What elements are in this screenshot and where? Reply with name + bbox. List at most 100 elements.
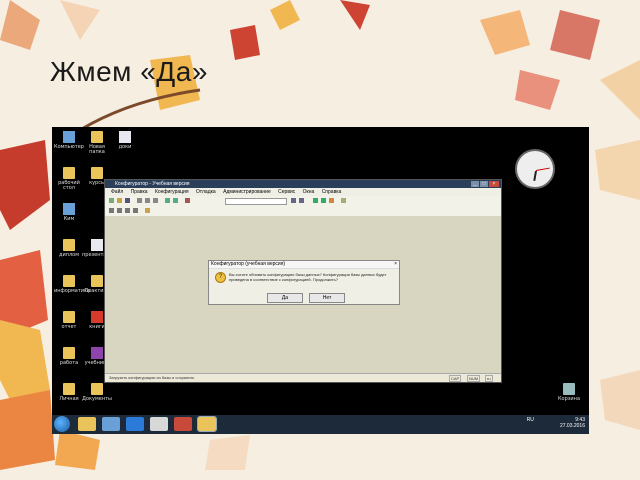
dialog-title: Конфигуратор (учебная версия) <box>209 261 399 269</box>
desktop-icon-label: диплом <box>58 252 79 258</box>
folder-icon <box>91 131 103 143</box>
tray-date[interactable]: 27.03.2016 <box>560 423 585 429</box>
help-icon[interactable] <box>341 198 346 203</box>
cut-icon[interactable] <box>137 198 142 203</box>
open-icon[interactable] <box>117 198 122 203</box>
slide-title: Жмем «Да» <box>50 56 208 87</box>
config-icon[interactable] <box>313 198 318 203</box>
configurator-window[interactable]: Конфигуратор - Учебная версия _ □ × Файл… <box>104 179 502 383</box>
status-cap: CAP <box>449 375 462 382</box>
computer-taskbar-icon[interactable] <box>102 417 120 431</box>
menu-windows[interactable]: Окна <box>303 189 315 195</box>
menu-administration[interactable]: Администрирование <box>223 189 271 195</box>
run-icon[interactable] <box>329 198 334 203</box>
module-icon[interactable] <box>133 208 138 213</box>
explorer-taskbar-icon[interactable] <box>78 417 96 431</box>
desktop-icon-folder[interactable]: информатика <box>54 275 90 294</box>
desktop-icon-label: работа <box>59 360 79 366</box>
maximize-button[interactable]: □ <box>480 181 488 187</box>
menu-file[interactable]: Файл <box>111 189 123 195</box>
desktop-icon-app[interactable]: Ким <box>54 203 84 222</box>
desktop-icon-label: Компьютер <box>54 144 84 150</box>
dialog-message: Вы хотите обновить конфигурацию базы дан… <box>229 272 387 282</box>
desktop-icon-label: Документы <box>82 396 112 402</box>
properties-icon[interactable] <box>125 208 130 213</box>
question-icon: ? <box>215 272 226 283</box>
desktop-icon-label: отчет <box>61 324 77 330</box>
configurator-taskbar-icon[interactable] <box>197 416 217 432</box>
clock-hour-hand <box>533 170 537 182</box>
menu-configuration[interactable]: Конфигурация <box>155 189 189 195</box>
pdf-icon <box>91 311 103 323</box>
desktop-icon-recycle-bin[interactable]: Корзина <box>554 383 584 402</box>
folder-icon <box>91 275 103 287</box>
debug-icon[interactable] <box>145 208 150 213</box>
desktop-icon-folder[interactable]: диплом <box>54 239 84 258</box>
folder-icon <box>63 383 75 395</box>
undo-icon[interactable] <box>165 198 170 203</box>
desktop-icon-folder[interactable]: Личная <box>54 383 84 402</box>
taskbar: RU 9:43 27.03.2016 <box>52 415 589 434</box>
status-lang: ru <box>485 375 493 382</box>
desktop-icon-label: рабочий стол <box>58 180 80 191</box>
menu-edit[interactable]: Правка <box>131 189 148 195</box>
desktop-icon-doc[interactable]: доки <box>110 131 140 150</box>
new-icon[interactable] <box>109 198 114 203</box>
computer-icon <box>63 131 75 143</box>
menu-debug[interactable]: Отладка <box>196 189 216 195</box>
folder-icon <box>91 167 103 179</box>
internet-explorer-icon[interactable] <box>126 417 144 431</box>
search-next-icon[interactable] <box>299 198 304 203</box>
books-icon <box>91 347 103 359</box>
recycle-bin-icon <box>563 383 575 395</box>
no-button[interactable]: Нет <box>309 293 345 303</box>
paste-icon[interactable] <box>153 198 158 203</box>
clock-gadget[interactable] <box>515 149 555 189</box>
folder-icon <box>91 383 103 395</box>
folder-icon <box>63 167 75 179</box>
desktop-icon-label: Новая папка <box>89 144 105 155</box>
desktop-icon-label: Ким <box>63 216 75 222</box>
desktop-icon-label: курсы <box>89 180 105 186</box>
window-title: Конфигуратор - Учебная версия <box>115 181 190 187</box>
status-num: NUM <box>467 375 481 382</box>
search-combobox[interactable] <box>225 198 287 205</box>
dialog-close-button[interactable]: × <box>394 261 397 268</box>
folder-icon <box>63 275 75 287</box>
status-text: Загрузить конфигурацию из базы и сохрани… <box>109 375 195 380</box>
minimize-button[interactable]: _ <box>471 181 479 187</box>
desktop-icon-folder[interactable]: Новая папка <box>82 131 112 155</box>
find-icon[interactable] <box>185 198 190 203</box>
yandex-browser-icon[interactable] <box>150 417 168 431</box>
desktop-icon-computer[interactable]: Компьютер <box>54 131 84 150</box>
window-titlebar[interactable]: Конфигуратор - Учебная версия _ □ × <box>105 180 501 188</box>
desktop-icon-folder[interactable]: рабочий стол <box>54 167 84 191</box>
desktop-icon-label: доки <box>118 144 132 150</box>
desktop-icon-folder[interactable]: Документы <box>82 383 112 402</box>
tray-language[interactable]: RU <box>527 417 534 423</box>
menu-service[interactable]: Сервис <box>278 189 295 195</box>
save-icon[interactable] <box>125 198 130 203</box>
confirm-dialog[interactable]: Конфигуратор (учебная версия) × ? Вы хот… <box>208 260 400 305</box>
desktop-icon-label: Корзина <box>557 396 581 402</box>
update-icon[interactable] <box>321 198 326 203</box>
document-icon <box>91 239 103 251</box>
folder-icon <box>63 347 75 359</box>
system-tray[interactable]: RU 9:43 27.03.2016 <box>527 417 585 429</box>
desktop-icon-label: книги <box>89 324 105 330</box>
status-bar: Загрузить конфигурацию из базы и сохрани… <box>105 373 501 382</box>
start-button[interactable] <box>54 416 70 432</box>
clock-minute-hand <box>535 167 550 171</box>
close-button[interactable]: × <box>489 181 499 187</box>
powerpoint-taskbar-icon[interactable] <box>174 417 192 431</box>
desktop-icon-folder[interactable]: работа <box>54 347 84 366</box>
desktop-icon-folder[interactable]: отчет <box>54 311 84 330</box>
menu-help[interactable]: Справка <box>322 189 342 195</box>
tree-icon[interactable] <box>109 208 114 213</box>
yes-button[interactable]: Да <box>267 293 303 303</box>
list-icon[interactable] <box>117 208 122 213</box>
search-icon[interactable] <box>291 198 296 203</box>
copy-icon[interactable] <box>145 198 150 203</box>
redo-icon[interactable] <box>173 198 178 203</box>
document-icon <box>119 131 131 143</box>
